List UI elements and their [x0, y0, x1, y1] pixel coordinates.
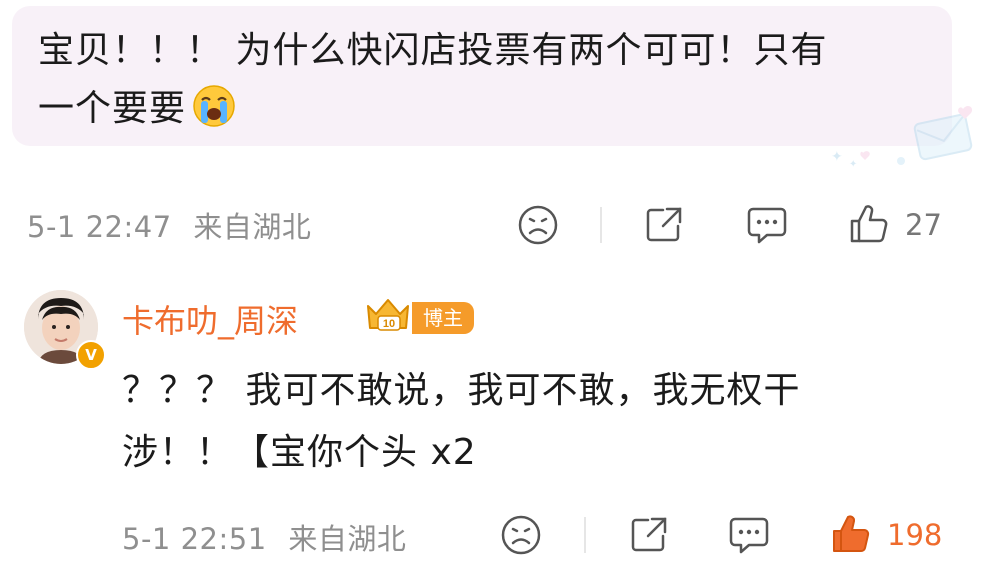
- post-location: 来自湖北: [193, 210, 312, 244]
- thumbs-up-icon: [829, 511, 873, 559]
- reply-like-count: 198: [887, 518, 943, 552]
- thumbs-up-icon: [847, 201, 891, 249]
- reply-like-button[interactable]: 198: [829, 511, 942, 559]
- post-meta: 5-1 22:47 来自湖北: [27, 204, 311, 246]
- post-share-button[interactable]: [643, 204, 685, 250]
- comment-icon: [745, 204, 789, 250]
- author-tag-badge: 博主: [412, 302, 474, 334]
- post-like-count: 27: [905, 208, 942, 242]
- frown-face-icon: [517, 204, 559, 250]
- crying-emoji-icon: [192, 84, 236, 146]
- post-dislike-button[interactable]: [517, 204, 559, 250]
- share-icon: [643, 204, 685, 250]
- divider: [584, 517, 586, 553]
- post-like-button[interactable]: 27: [847, 201, 942, 249]
- post-comment-button[interactable]: [745, 204, 789, 250]
- reply-text-line2: 涉！！【宝你个头 x2: [122, 432, 477, 473]
- reply-timestamp: 5-1 22:51: [122, 522, 267, 556]
- reply-dislike-button[interactable]: [500, 514, 542, 560]
- frown-face-icon: [500, 514, 542, 560]
- reply-share-button[interactable]: [628, 514, 670, 560]
- post-text: 宝贝！！！ 为什么快闪店投票有两个可可！只有 一个要要: [38, 22, 938, 146]
- post-text-line1: 宝贝！！！ 为什么快闪店投票有两个可可！只有: [38, 30, 828, 71]
- reply-text: ？？？ 我可不敢说，我可不敢，我无权干 涉！！【宝你个头 x2: [122, 360, 942, 484]
- svg-text:✦: ✦: [831, 149, 843, 165]
- reply-username[interactable]: 卡布叻_周深: [122, 296, 298, 342]
- svg-text:10: 10: [383, 318, 395, 330]
- post-timestamp: 5-1 22:47: [27, 210, 172, 244]
- comment-icon: [727, 514, 771, 560]
- reply-comment-button[interactable]: [727, 514, 771, 560]
- envelope-hearts-decoration-icon: ✦ ✦: [827, 101, 977, 175]
- post-bubble: 宝贝！！！ 为什么快闪店投票有两个可可！只有 一个要要 ✦ ✦: [12, 6, 973, 170]
- svg-text:✦: ✦: [849, 159, 857, 170]
- divider: [600, 207, 602, 243]
- reply-text-line1: ？？？ 我可不敢说，我可不敢，我无权干: [122, 370, 801, 411]
- verified-badge-icon: V: [76, 340, 106, 370]
- share-icon: [628, 514, 670, 560]
- reply-location: 来自湖北: [288, 522, 407, 556]
- post-text-line2: 一个要要: [38, 88, 187, 129]
- reply-meta: 5-1 22:51 来自湖北: [122, 516, 406, 558]
- crown-medal-icon: 10: [362, 296, 414, 340]
